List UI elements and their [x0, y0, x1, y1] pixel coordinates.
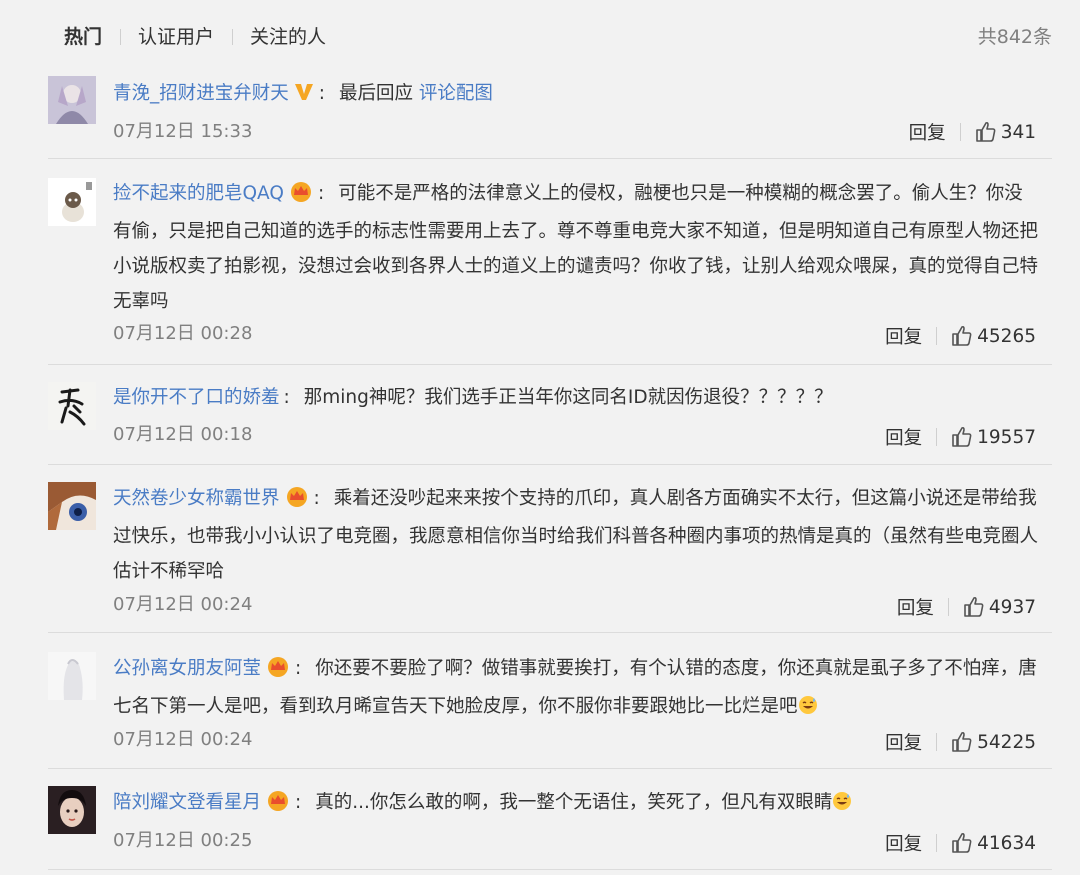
reply-button[interactable]: 回复: [909, 119, 946, 145]
action-divider: [936, 834, 938, 852]
like-button[interactable]: 19557: [951, 426, 1036, 448]
comment-divider: [48, 869, 1052, 870]
comment-text: 那ming神呢？我们选手正当年你这同名ID就因伤退役？？？？？: [303, 387, 833, 408]
tab-hot[interactable]: 热门: [64, 24, 102, 50]
crown-vip-icon[interactable]: [265, 788, 291, 823]
comment-text: 真的...你怎么敢的啊，我一整个无语住，笑死了，但凡有双眼睛: [315, 792, 833, 813]
reply-button[interactable]: 回复: [885, 830, 922, 856]
avatar[interactable]: [48, 652, 96, 700]
username[interactable]: 陪刘耀文登看星月: [113, 792, 261, 813]
crown-vip-icon[interactable]: [284, 484, 310, 519]
like-button[interactable]: 4937: [963, 596, 1036, 618]
avatar[interactable]: [48, 482, 96, 530]
like-button[interactable]: 45265: [951, 325, 1036, 347]
v-verified-icon[interactable]: [293, 79, 315, 114]
action-divider: [936, 327, 938, 345]
comment-actions: 回复 341: [909, 117, 1036, 147]
action-divider: [936, 428, 938, 446]
tab-following[interactable]: 关注的人: [250, 24, 326, 50]
reply-button[interactable]: 回复: [885, 323, 922, 349]
comment-actions: 回复 54225: [885, 727, 1036, 757]
comment-text: 最后回应: [339, 83, 414, 104]
like-count: 41634: [977, 832, 1036, 854]
comment-divider: [48, 464, 1052, 465]
tab-verified-users[interactable]: 认证用户: [138, 24, 214, 50]
thumbs-up-icon: [952, 731, 972, 752]
like-button[interactable]: 341: [975, 121, 1036, 143]
comment-filter-bar: 热门 认证用户 关注的人 共842条: [0, 0, 1080, 70]
sweat-smile-emoji: [832, 788, 852, 823]
comment-divider: [48, 364, 1052, 365]
crown-vip-icon[interactable]: [265, 654, 291, 689]
like-button[interactable]: 54225: [951, 731, 1036, 753]
thumbs-up-icon: [964, 596, 984, 617]
comment-time: 07月12日 00:25: [113, 830, 253, 851]
like-count: 4937: [988, 596, 1036, 618]
thumbs-up-icon: [952, 426, 972, 447]
sweat-smile-emoji: [798, 692, 818, 727]
avatar[interactable]: [48, 76, 96, 124]
thumbs-up-icon: [952, 832, 972, 853]
username[interactable]: 天然卷少女称霸世界: [113, 488, 280, 509]
comment-time: 07月12日 00:28: [113, 323, 253, 344]
comment-time: 07月12日 00:18: [113, 424, 253, 445]
comment-divider: [48, 632, 1052, 633]
avatar[interactable]: [48, 178, 96, 226]
like-count: 341: [1000, 121, 1036, 143]
comment-actions: 回复 41634: [885, 828, 1036, 858]
username[interactable]: 捡不起来的肥皂QAQ: [113, 183, 284, 204]
username[interactable]: 青浼_招财进宝弁财天: [113, 83, 289, 104]
comment-time: 07月12日 15:33: [113, 121, 253, 142]
like-count: 45265: [977, 325, 1036, 347]
like-button[interactable]: 41634: [951, 832, 1036, 854]
comment-divider: [48, 158, 1052, 159]
comment-actions: 回复 45265: [885, 321, 1036, 351]
comment-time: 07月12日 00:24: [113, 594, 253, 615]
comment-actions: 回复 19557: [885, 422, 1036, 452]
like-count: 19557: [977, 426, 1036, 448]
crown-vip-icon[interactable]: [288, 179, 314, 214]
action-divider: [936, 733, 938, 751]
thumbs-up-icon: [975, 121, 996, 142]
username[interactable]: 公孙离女朋友阿莹: [113, 658, 261, 679]
tab-divider: [120, 29, 121, 45]
comment-actions: 回复 4937: [897, 592, 1036, 622]
total-comment-count: 共842条: [977, 26, 1052, 48]
comment-time: 07月12日 00:24: [113, 729, 253, 750]
reply-button[interactable]: 回复: [897, 594, 934, 620]
username[interactable]: 是你开不了口的娇羞: [113, 387, 280, 408]
tab-divider: [232, 29, 233, 45]
action-divider: [959, 123, 961, 141]
avatar[interactable]: [48, 382, 96, 430]
reply-button[interactable]: 回复: [885, 729, 922, 755]
thumbs-up-icon: [952, 325, 972, 346]
comment-image-link[interactable]: 评论配图: [419, 83, 493, 104]
like-count: 54225: [977, 731, 1036, 753]
reply-button[interactable]: 回复: [885, 424, 922, 450]
action-divider: [947, 598, 949, 616]
comment-divider: [48, 768, 1052, 769]
avatar[interactable]: [48, 786, 96, 834]
